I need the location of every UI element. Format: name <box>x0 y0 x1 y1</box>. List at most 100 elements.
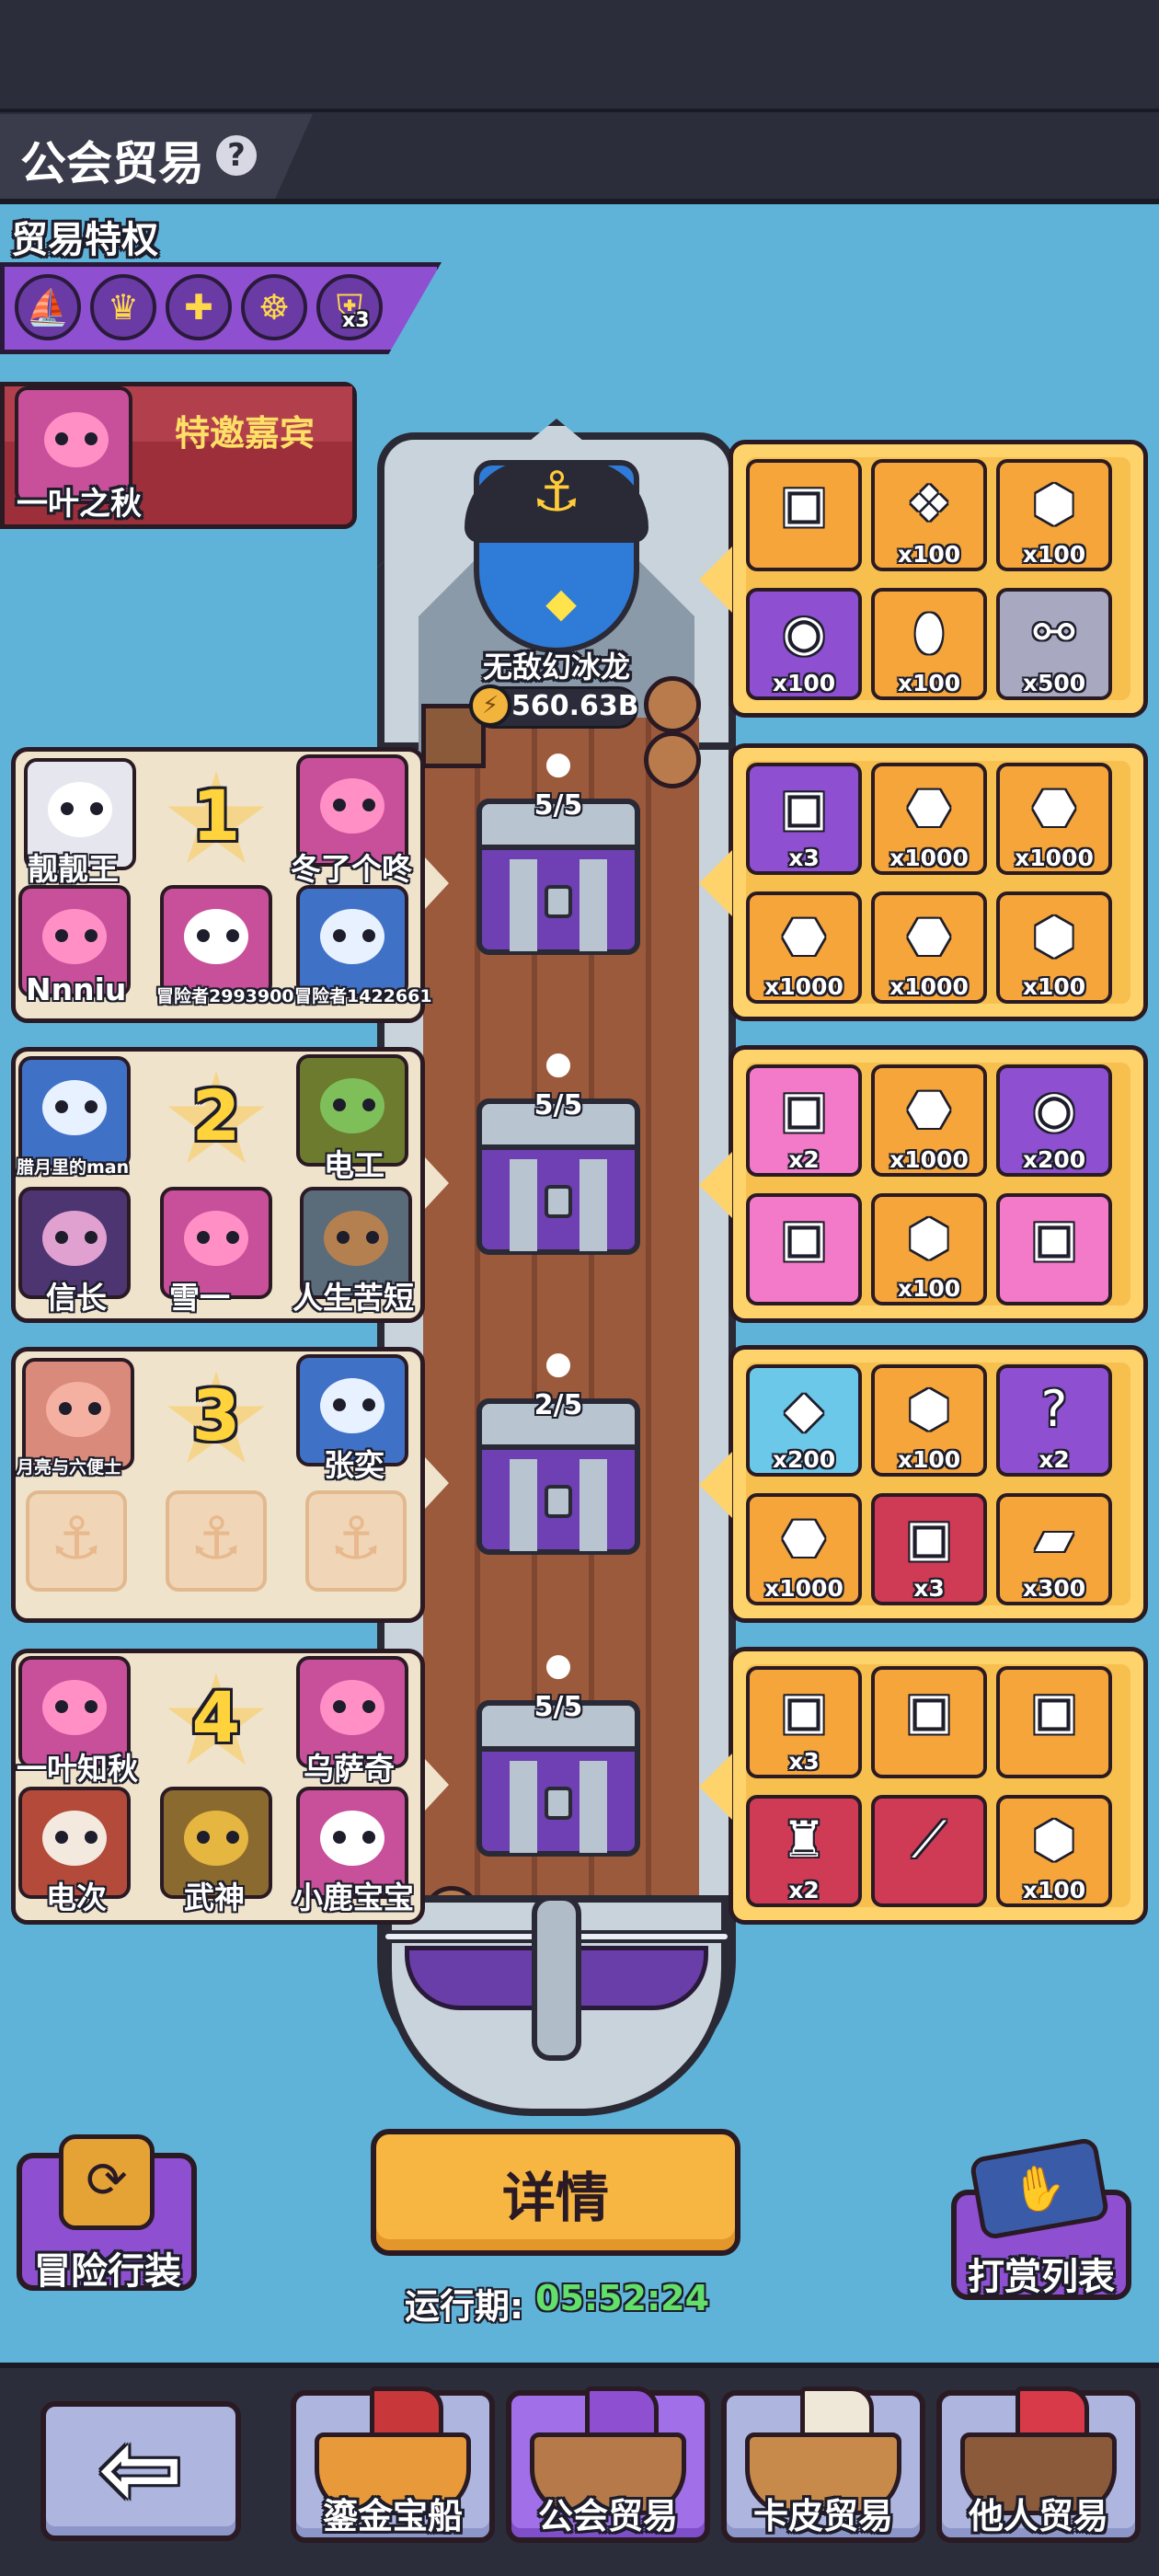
reward-item[interactable]: ⬢ x100 <box>871 1364 987 1477</box>
guild-coin-icon: ◉ <box>782 604 826 661</box>
chest-progress: 5/5 <box>534 1691 583 1723</box>
reward-item[interactable]: ⬣ x1000 <box>871 891 987 1004</box>
reward-quantity: x100 <box>1022 541 1086 568</box>
reward-panel-arrow <box>699 1452 732 1518</box>
reward-item[interactable]: ▣ <box>871 1666 987 1778</box>
card-swap-icon: ⟳ <box>59 2134 155 2230</box>
team-chest[interactable] <box>476 799 640 955</box>
captain-power: 560.63B <box>511 690 639 722</box>
member-name: 乌萨奇 <box>304 1751 395 1787</box>
reward-item[interactable]: ▣ x2 <box>746 1064 862 1177</box>
pink-chest-icon: ▣ <box>780 1209 828 1267</box>
reward-quantity: x300 <box>1022 1575 1086 1602</box>
paw-badge-icon: ❖ <box>906 475 952 533</box>
team-chest[interactable] <box>476 1398 640 1555</box>
chest-progress: 2/5 <box>534 1389 583 1421</box>
egg-icon: ⬮ <box>913 604 945 661</box>
member-name: 信长 <box>46 1280 107 1316</box>
empty-slot-anchor-icon[interactable]: ⚓ <box>26 1490 127 1592</box>
reward-item[interactable]: ▣ <box>996 1193 1112 1305</box>
empty-slot-anchor-icon[interactable]: ⚓ <box>166 1490 267 1592</box>
hex-token-icon: ⬣ <box>907 907 951 965</box>
team-chest[interactable] <box>476 1098 640 1255</box>
page-title: 公会贸易 <box>20 137 204 190</box>
reward-item[interactable]: ❖ x100 <box>871 459 987 571</box>
reward-quantity: x2 <box>788 1146 820 1173</box>
red-chest-icon: ▣ <box>905 1509 953 1567</box>
reward-item[interactable]: ⬢ x100 <box>996 459 1112 571</box>
reward-item[interactable]: ▣ <box>996 1666 1112 1778</box>
reward-quantity: x100 <box>1022 973 1086 1000</box>
member-name: 冒险者1422661 <box>294 986 432 1006</box>
reward-item[interactable]: ⬢ x100 <box>871 1193 987 1305</box>
reward-panel-arrow <box>699 1754 732 1820</box>
reward-panel-1: ▣ ❖ x100 ⬢ x100 ◉ x100 ⬮ x100 ⚯ x500 <box>729 440 1148 718</box>
reward-panel-arrow <box>699 546 732 613</box>
reward-item[interactable]: ▣ x3 <box>746 1666 862 1778</box>
member-avatar[interactable] <box>296 885 408 997</box>
empty-slot-anchor-icon[interactable]: ⚓ <box>305 1490 407 1592</box>
reward-item[interactable]: ⚯ x500 <box>996 588 1112 700</box>
member-name: 小鹿宝宝 <box>293 1880 414 1915</box>
reward-quantity: x100 <box>897 1275 961 1302</box>
purple-gem-icon: ⬢ <box>907 1380 951 1438</box>
staff-weapon-icon: ⟋ <box>912 1811 947 1869</box>
trade-privilege-label: 贸易特权 <box>11 219 158 261</box>
reward-item[interactable]: ▣ <box>746 1193 862 1305</box>
purple-gem-icon: ⬢ <box>907 1209 951 1267</box>
reward-item[interactable]: ⬣ x1000 <box>746 891 862 1004</box>
reward-quantity: x1000 <box>1015 845 1094 871</box>
reward-panel-5: ▣ x3 ▣ ▣ ♜ x2 ⟋ ⬢ x100 <box>729 1647 1148 1925</box>
reward-item[interactable]: ▰ x300 <box>996 1493 1112 1605</box>
warrior-figure-icon: ♜ <box>781 1811 827 1869</box>
reward-item[interactable]: ⟋ <box>871 1795 987 1907</box>
guest-name: 一叶之秋 <box>17 486 142 523</box>
pink-chest-icon: ▣ <box>780 1080 828 1138</box>
member-name: 一叶知秋 <box>17 1751 138 1787</box>
reward-quantity: x2 <box>1039 1446 1070 1473</box>
reward-quantity: x1000 <box>764 973 843 1000</box>
crown-badge-icon[interactable]: ♛ <box>90 274 156 340</box>
reward-item[interactable]: ♜ x2 <box>746 1795 862 1907</box>
team-panel-arrow <box>425 1759 449 1811</box>
details-label: 详情 <box>501 2167 609 2229</box>
ticket-icon: ▰ <box>1035 1509 1073 1567</box>
reward-item[interactable]: ⬣ x1000 <box>996 763 1112 875</box>
hex-token-icon: ⬣ <box>1032 778 1076 836</box>
help-icon[interactable]: ? <box>216 135 257 176</box>
reward-quantity: x1000 <box>889 973 969 1000</box>
tab-label: 卡皮贸易 <box>752 2496 893 2536</box>
tab-label: 鎏金宝船 <box>322 2496 463 2536</box>
target-icon[interactable]: ✚ <box>166 274 232 340</box>
back-arrow-icon: ⇦ <box>98 2409 184 2527</box>
member-avatar[interactable] <box>18 1056 131 1168</box>
member-avatar[interactable] <box>160 885 272 997</box>
member-name: 冒险者2993900 <box>156 986 294 1006</box>
reward-item[interactable]: ⬢ x100 <box>996 1795 1112 1907</box>
vip-wheel-icon[interactable]: ☸ <box>241 274 307 340</box>
reward-item[interactable]: ◆ x200 <box>746 1364 862 1477</box>
reward-item[interactable]: ? x2 <box>996 1364 1112 1477</box>
reward-item[interactable]: ▣ x3 <box>871 1493 987 1605</box>
reward-item[interactable]: ◉ x100 <box>746 588 862 700</box>
reward-item[interactable]: ⬣ x1000 <box>746 1493 862 1605</box>
reward-quantity: x500 <box>1022 670 1086 696</box>
member-name: 人生苦短 <box>293 1280 414 1316</box>
reward-item[interactable]: ⬣ x1000 <box>871 1064 987 1177</box>
team-panel-arrow <box>425 1457 449 1509</box>
reward-item[interactable]: ⬮ x100 <box>871 588 987 700</box>
team-rank: 2 <box>191 1075 241 1156</box>
runtime-value: 05:52:24 <box>535 2278 710 2318</box>
team-chest[interactable] <box>476 1700 640 1857</box>
member-name: 武神 <box>184 1880 245 1915</box>
guild-coin-icon: ◉ <box>1032 1080 1076 1138</box>
reward-item[interactable]: ◉ x200 <box>996 1064 1112 1177</box>
ship-speed-icon[interactable]: ⛵ <box>15 274 81 340</box>
armor-chest-icon: ▣ <box>780 778 828 836</box>
reward-quantity: x200 <box>1022 1146 1086 1173</box>
reward-item[interactable]: ▣ <box>746 459 862 571</box>
reward-item[interactable]: ⬣ x1000 <box>871 763 987 875</box>
reward-item[interactable]: ▣ x3 <box>746 763 862 875</box>
reward-item[interactable]: ⬢ x100 <box>996 891 1112 1004</box>
captain-name: 无敌幻冰龙 <box>482 650 630 684</box>
